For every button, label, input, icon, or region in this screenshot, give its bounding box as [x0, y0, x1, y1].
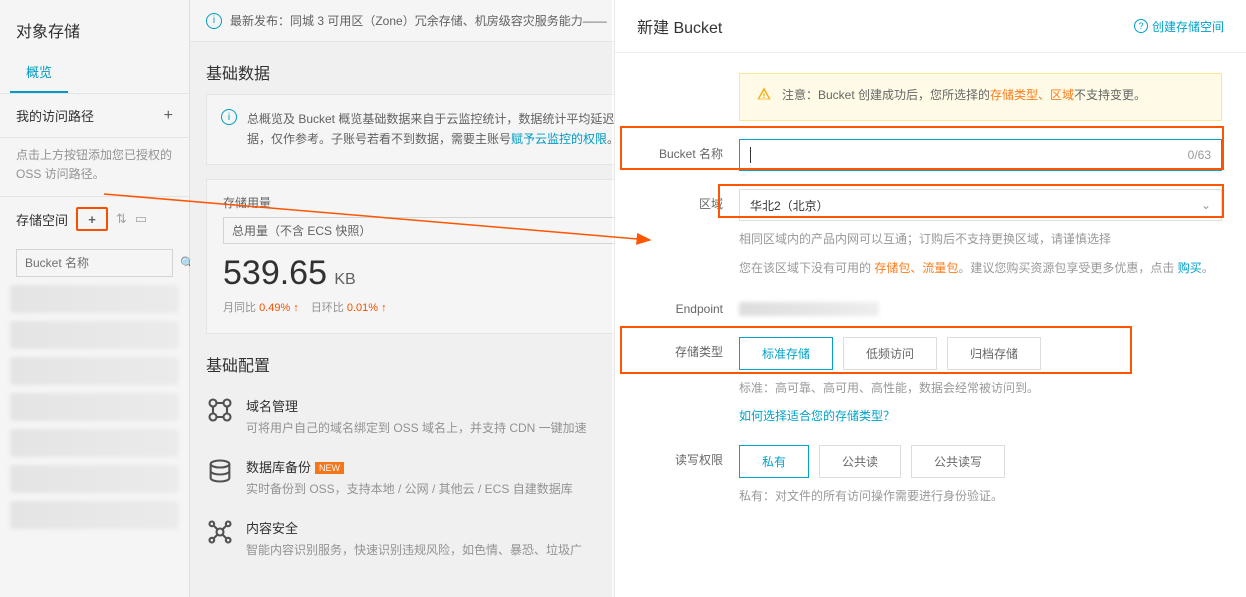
region-pkg-desc: 您在该区域下没有可用的 存储包、流量包。建议您购买资源包享受更多优惠，点击 购买… [739, 258, 1222, 278]
warning-icon [756, 86, 772, 108]
bucket-list-item[interactable] [10, 465, 179, 493]
overview-tab[interactable]: 概览 [10, 52, 68, 93]
info-icon: i [206, 13, 222, 29]
region-label: 区域 [639, 189, 739, 212]
bucket-list-item[interactable] [10, 285, 179, 313]
access-path-section[interactable]: 我的访问路径 + [0, 94, 189, 138]
feature-desc: 智能内容识别服务，快速识别违规风险，如色情、暴恐、垃圾广 [246, 541, 582, 559]
acl-opt-public-read[interactable]: 公共读 [819, 445, 901, 478]
storage-usage-label: 存储用量 [223, 194, 271, 211]
info-icon: i [221, 109, 237, 125]
network-icon [206, 396, 234, 424]
bucket-name-label: Bucket 名称 [639, 139, 739, 162]
create-bucket-plus-button[interactable]: + [76, 207, 108, 231]
storage-usage-unit: KB [334, 271, 355, 288]
warning-box: 注意：Bucket 创建成功后，您所选择的存储类型、区域不支持变更。 [739, 73, 1222, 121]
storage-opt-archive[interactable]: 归档存储 [947, 337, 1041, 370]
database-icon [206, 457, 234, 485]
feature-title: 域名管理 [246, 396, 587, 415]
bucket-list-item[interactable] [10, 501, 179, 529]
help-create-bucket-link[interactable]: ? 创建存储空间 [1134, 18, 1224, 35]
bucket-list-item[interactable] [10, 429, 179, 457]
bucket-name-counter: 0/63 [1188, 148, 1211, 162]
sort-icon[interactable]: ⇅ [116, 211, 127, 227]
new-badge: NEW [315, 462, 344, 474]
feature-desc: 实时备份到 OSS，支持本地 / 公网 / 其他云 / ECS 自建数据库 [246, 480, 573, 498]
endpoint-value [739, 302, 879, 316]
feature-title: 数据库备份NEW [246, 457, 573, 476]
endpoint-label: Endpoint [639, 296, 739, 316]
scan-icon [206, 518, 234, 546]
bucket-list-item[interactable] [10, 321, 179, 349]
create-bucket-drawer: 新建 Bucket ? 创建存储空间 注意：Bucket 创建成功后，您所选择的… [614, 0, 1246, 597]
bucket-list-item[interactable] [10, 357, 179, 385]
monitor-permission-link[interactable]: 赋予云监控的权限 [511, 132, 607, 146]
acl-label: 读写权限 [639, 445, 739, 468]
card-view-icon[interactable]: ▭ [135, 211, 147, 227]
bucket-name-input[interactable]: 0/63 [739, 139, 1222, 171]
feature-title: 内容安全 [246, 518, 582, 537]
acl-opt-private[interactable]: 私有 [739, 445, 809, 478]
bucket-search[interactable]: 🔍 [16, 249, 173, 277]
help-icon: ? [1134, 19, 1148, 33]
access-path-label: 我的访问路径 [16, 106, 94, 125]
buy-link[interactable]: 购买 [1178, 261, 1202, 275]
plus-icon[interactable]: + [164, 107, 173, 125]
bucket-list-item[interactable] [10, 393, 179, 421]
announce-text: 最新发布：同城 3 可用区（Zone）冗余存储、机房级容灾服务能力—— [230, 12, 607, 29]
feature-desc: 可将用户自己的域名绑定到 OSS 域名上，并支持 CDN 一键加速 [246, 419, 587, 437]
drawer-title: 新建 Bucket [637, 14, 722, 38]
plus-icon: + [84, 211, 100, 227]
storage-usage-value: 539.65 [223, 254, 327, 292]
region-desc: 相同区域内的产品内网可以互通；订购后不支持更换区域，请谨慎选择 [739, 229, 1222, 249]
storage-space-label: 存储空间 [16, 210, 68, 229]
access-path-help: 点击上方按钮添加您已授权的 OSS 访问路径。 [0, 138, 189, 197]
acl-desc: 私有：对文件的所有访问操作需要进行身份验证。 [739, 486, 1222, 506]
region-select[interactable]: 华北2（北京） [739, 189, 1222, 221]
storage-desc: 标准：高可靠、高可用、高性能，数据会经常被访问到。 [739, 378, 1222, 398]
acl-opt-public-rw[interactable]: 公共读写 [911, 445, 1005, 478]
storage-opt-ia[interactable]: 低频访问 [843, 337, 937, 370]
storage-type-label: 存储类型 [639, 337, 739, 360]
storage-opt-standard[interactable]: 标准存储 [739, 337, 833, 370]
storage-help-link[interactable]: 如何选择适合您的存储类型？ [739, 409, 895, 423]
bucket-search-input[interactable] [25, 256, 180, 270]
page-title: 对象存储 [0, 4, 189, 52]
